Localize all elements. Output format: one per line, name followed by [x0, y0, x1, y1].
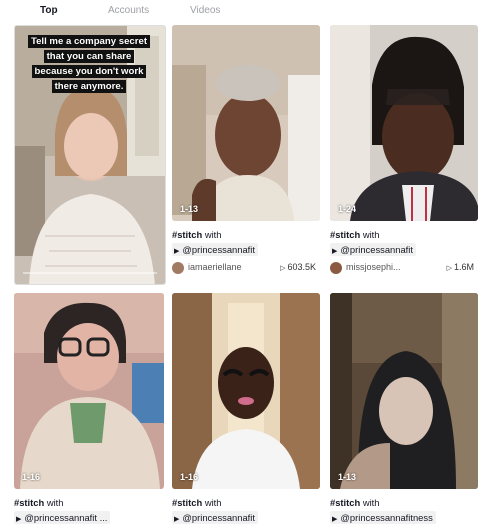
thumbnail-image	[172, 293, 320, 489]
video-thumbnail[interactable]: 1-13	[330, 293, 478, 489]
mention-arrow-icon: ▶	[174, 516, 180, 523]
video-progress-bar[interactable]	[23, 272, 157, 274]
mention-arrow-icon: ▶	[332, 516, 338, 523]
video-counter: 1-16	[180, 472, 199, 482]
tab-top[interactable]: Top	[40, 5, 58, 16]
video-overlay-text: Tell me a company secret that you can sh…	[25, 34, 153, 94]
video-caption: #stitch with	[172, 497, 222, 508]
video-card[interactable]: 1-16 #stitch with ▶ @princessannafit ...	[14, 293, 166, 527]
play-icon: ▷	[280, 265, 286, 272]
mention-arrow-icon: ▶	[174, 248, 180, 255]
video-card[interactable]: 1-13 #stitch with ▶ @princessannafitness	[330, 293, 478, 527]
mention-arrow-icon: ▶	[332, 248, 338, 255]
video-thumbnail[interactable]: Tell me a company secret that you can sh…	[14, 25, 166, 285]
video-counter: 1-13	[180, 204, 199, 214]
video-counter: 1-24	[338, 204, 357, 214]
video-caption: #stitch with	[172, 229, 222, 240]
mention-chip[interactable]: ▶ @princessannafit	[330, 243, 416, 256]
view-count: 1.6M	[453, 262, 474, 272]
hashtag-link[interactable]: #stitch	[330, 497, 360, 508]
thumbnail-image	[330, 293, 478, 489]
view-count: 603.5K	[287, 262, 316, 272]
username[interactable]: missjosephi...	[346, 262, 401, 272]
search-tabs: Top Accounts Videos	[0, 0, 480, 24]
video-card[interactable]: 1-13 #stitch with ▶ @princessannafit iama…	[172, 25, 320, 277]
video-thumbnail[interactable]: 1-24	[330, 25, 478, 221]
video-caption: #stitch with	[330, 497, 380, 508]
hashtag-link[interactable]: #stitch	[330, 229, 360, 240]
thumbnail-image	[14, 293, 164, 489]
play-icon: ▷	[446, 265, 452, 272]
video-caption: #stitch with	[14, 497, 64, 508]
tab-accounts[interactable]: Accounts	[108, 5, 149, 16]
video-thumbnail[interactable]: 1-16	[14, 293, 164, 489]
video-card[interactable]: 1-24 #stitch with ▶ @princessannafit miss…	[330, 25, 478, 277]
video-card[interactable]: Tell me a company secret that you can sh…	[14, 25, 166, 285]
video-card[interactable]: 1-16 #stitch with ▶ @princessannafit	[172, 293, 320, 527]
hashtag-link[interactable]: #stitch	[172, 497, 202, 508]
username[interactable]: iamaeriellane	[188, 262, 242, 272]
video-thumbnail[interactable]: 1-13	[172, 25, 320, 221]
avatar[interactable]	[172, 262, 184, 274]
tab-videos[interactable]: Videos	[190, 5, 220, 16]
thumbnail-image	[330, 25, 478, 221]
mention-chip[interactable]: ▶ @princessannafit	[172, 511, 258, 524]
hashtag-link[interactable]: #stitch	[14, 497, 44, 508]
mention-arrow-icon: ▶	[16, 516, 22, 523]
avatar[interactable]	[330, 262, 342, 274]
video-counter: 1-13	[338, 472, 357, 482]
mention-chip[interactable]: ▶ @princessannafit ...	[14, 511, 111, 524]
hashtag-link[interactable]: #stitch	[172, 229, 202, 240]
video-caption: #stitch with	[330, 229, 380, 240]
mention-chip[interactable]: ▶ @princessannafitness	[330, 511, 436, 524]
video-thumbnail[interactable]: 1-16	[172, 293, 320, 489]
video-counter: 1-16	[22, 472, 41, 482]
thumbnail-image	[172, 25, 320, 221]
mention-chip[interactable]: ▶ @princessannafit	[172, 243, 258, 256]
